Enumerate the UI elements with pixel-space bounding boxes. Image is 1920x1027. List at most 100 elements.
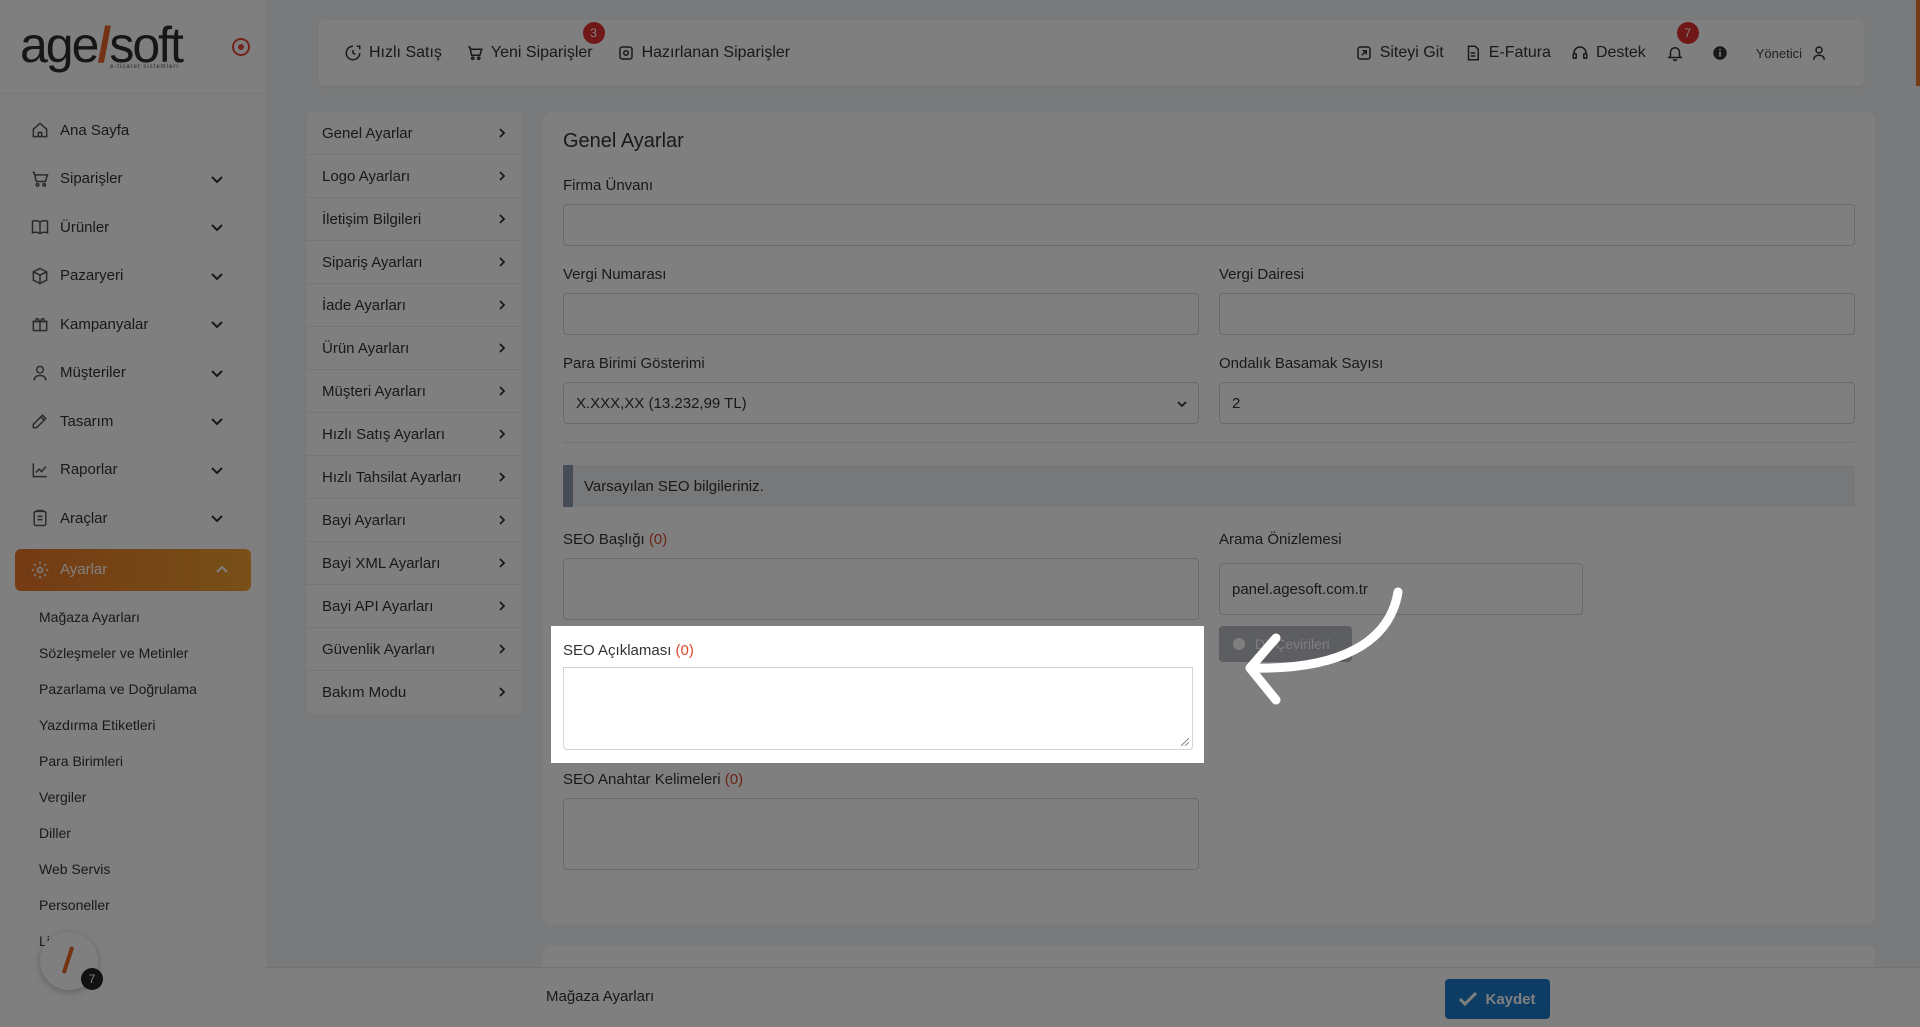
- currency-display-select[interactable]: X.XXX,XX (13.232,99 TL): [563, 382, 1199, 424]
- settings-nav-item[interactable]: Sipariş Ayarları: [307, 241, 522, 284]
- submenu-item[interactable]: Para Birimleri: [39, 743, 266, 779]
- headset-icon: [1572, 46, 1588, 59]
- save-button[interactable]: Kaydet: [1445, 979, 1550, 1019]
- decimal-places-input[interactable]: 2: [1219, 382, 1855, 424]
- chevron-down-icon: [210, 366, 224, 380]
- clipboard-icon: [30, 508, 50, 528]
- user-menu[interactable]: Yönetici: [1756, 44, 1828, 62]
- seo-title-input[interactable]: [563, 558, 1199, 620]
- sidebar-item-label: Siparişler: [60, 170, 123, 188]
- sidebar-item[interactable]: Tasarım: [0, 397, 266, 446]
- sidebar-item[interactable]: Raporlar: [0, 446, 266, 495]
- settings-nav-label: Bayi Ayarları: [322, 511, 406, 529]
- quick-sale-icon: [345, 45, 361, 61]
- sidebar-item[interactable]: Pazaryeri: [0, 252, 266, 301]
- quick-sale-link[interactable]: Hızlı Satış: [344, 44, 442, 62]
- sidebar-item[interactable]: Müşteriler: [0, 349, 266, 398]
- chevron-right-icon: [499, 257, 506, 267]
- chevron-right-icon: [499, 515, 506, 525]
- decimal-places-label: Ondalık Basamak Sayısı: [1219, 355, 1384, 372]
- chevron-right-icon: [499, 171, 506, 181]
- sidebar-item-active[interactable]: Ayarlar: [15, 548, 251, 591]
- submenu-item[interactable]: Web Servis: [39, 851, 266, 887]
- box-icon: [30, 266, 50, 286]
- settings-nav-label: Logo Ayarları: [322, 167, 411, 185]
- chevron-right-icon: [499, 128, 506, 138]
- general-settings-panel: Genel Ayarlar Firma Ünvanı Vergi Numaras…: [543, 112, 1875, 924]
- bell-icon: [1666, 47, 1683, 62]
- user-icon: [1813, 46, 1825, 60]
- sidebar-item[interactable]: Ana Sayfa: [0, 106, 266, 155]
- settings-nav-label: Genel Ayarlar: [322, 124, 413, 142]
- settings-nav-item[interactable]: Bayi Ayarları: [307, 499, 522, 542]
- logo-slash: /: [97, 17, 111, 73]
- settings-submenu: Mağaza Ayarları Sözleşmeler ve Metinler Pa…: [0, 591, 266, 959]
- current-page-label: Mağaza Ayarları: [546, 988, 655, 1005]
- book-icon: [30, 217, 50, 237]
- edit-icon: [30, 411, 50, 431]
- settings-nav-item[interactable]: Bayi XML Ayarları: [307, 542, 522, 585]
- sidebar-toggle-icon[interactable]: [232, 38, 250, 56]
- seo-title-counter: (0): [648, 531, 668, 548]
- sidebar-item-label: Ana Sayfa: [60, 121, 130, 139]
- logo[interactable]: age/soft: [20, 20, 246, 70]
- e-invoice-link[interactable]: E-Fatura: [1464, 44, 1551, 62]
- chevron-down-icon: [210, 220, 224, 234]
- save-button-label: Kaydet: [1485, 990, 1536, 1008]
- go-site-link[interactable]: Siteyi Git: [1355, 44, 1444, 62]
- submenu-item[interactable]: Personeller: [39, 887, 266, 923]
- chevron-down-icon: [210, 269, 224, 283]
- sidebar-item[interactable]: Araçlar: [0, 494, 266, 543]
- page-title: Genel Ayarlar: [563, 130, 684, 152]
- invoice-icon: [1467, 45, 1479, 61]
- currency-display-label: Para Birimi Gösterimi: [563, 355, 705, 372]
- chevron-right-icon: [499, 687, 506, 697]
- settings-nav-item[interactable]: Ürün Ayarları: [307, 327, 522, 370]
- settings-nav-item[interactable]: Hızlı Satış Ayarları: [307, 413, 522, 456]
- chart-icon: [30, 460, 50, 480]
- help-widget-button[interactable]: 7: [40, 932, 103, 990]
- sidebar-item[interactable]: Siparişler: [0, 155, 266, 204]
- submenu-item[interactable]: Yazdırma Etiketleri: [39, 707, 266, 743]
- submenu-item[interactable]: Pazarlama ve Doğrulama: [39, 671, 266, 707]
- seo-keywords-input[interactable]: [563, 798, 1199, 870]
- settings-nav-item[interactable]: Müşteri Ayarları: [307, 370, 522, 413]
- settings-nav-label: Güvenlik Ayarları: [322, 640, 436, 658]
- info-button[interactable]: [1711, 44, 1736, 62]
- sidebar-item-label: Ayarlar: [60, 561, 108, 578]
- tax-office-input[interactable]: [1219, 293, 1855, 335]
- sidebar-item[interactable]: Ürünler: [0, 203, 266, 252]
- support-link[interactable]: Destek: [1571, 44, 1646, 62]
- submenu-item[interactable]: Mağaza Ayarları: [39, 599, 266, 635]
- submenu-item[interactable]: Diller: [39, 815, 266, 851]
- chevron-right-icon: [499, 343, 506, 353]
- settings-nav-item[interactable]: İade Ayarları: [307, 284, 522, 327]
- seo-title-label: SEO Başlığı (0): [563, 531, 667, 548]
- settings-nav-item[interactable]: Logo Ayarları: [307, 155, 522, 198]
- settings-nav-item[interactable]: Bayi API Ayarları: [307, 585, 522, 628]
- seo-description-counter: (0): [675, 642, 694, 659]
- submenu-item[interactable]: Vergiler: [39, 779, 266, 815]
- scrollbar-thumb[interactable]: [1916, 0, 1920, 86]
- info-icon: [1713, 46, 1727, 60]
- company-input[interactable]: [563, 204, 1855, 246]
- quick-sale-label: Hızlı Satış: [369, 44, 442, 61]
- new-orders-link[interactable]: Yeni Siparişler 3: [466, 22, 605, 62]
- sidebar-item-label: Ürünler: [60, 218, 110, 236]
- tax-number-input[interactable]: [563, 293, 1199, 335]
- settings-nav-item[interactable]: İletişim Bilgileri: [307, 198, 522, 241]
- settings-nav-label: Hızlı Tahsilat Ayarları: [322, 468, 462, 486]
- e-invoice-label: E-Fatura: [1488, 44, 1551, 61]
- settings-nav-item[interactable]: Bakım Modu: [307, 671, 522, 714]
- chevron-up-icon: [215, 563, 229, 577]
- preparing-orders-link[interactable]: Hazırlanan Siparişler: [617, 44, 790, 62]
- settings-nav-item[interactable]: Güvenlik Ayarları: [307, 628, 522, 671]
- notifications-button[interactable]: 7: [1666, 22, 1699, 62]
- sidebar-item[interactable]: Kampanyalar: [0, 300, 266, 349]
- settings-nav-item[interactable]: Genel Ayarlar: [307, 112, 522, 155]
- seo-description-textarea[interactable]: [563, 668, 1193, 750]
- seo-description-label-text: SEO Açıklaması: [563, 642, 672, 659]
- resize-grip-icon[interactable]: [1181, 738, 1189, 746]
- settings-nav-item[interactable]: Hızlı Tahsilat Ayarları: [307, 456, 522, 499]
- submenu-item[interactable]: Sözleşmeler ve Metinler: [39, 635, 266, 671]
